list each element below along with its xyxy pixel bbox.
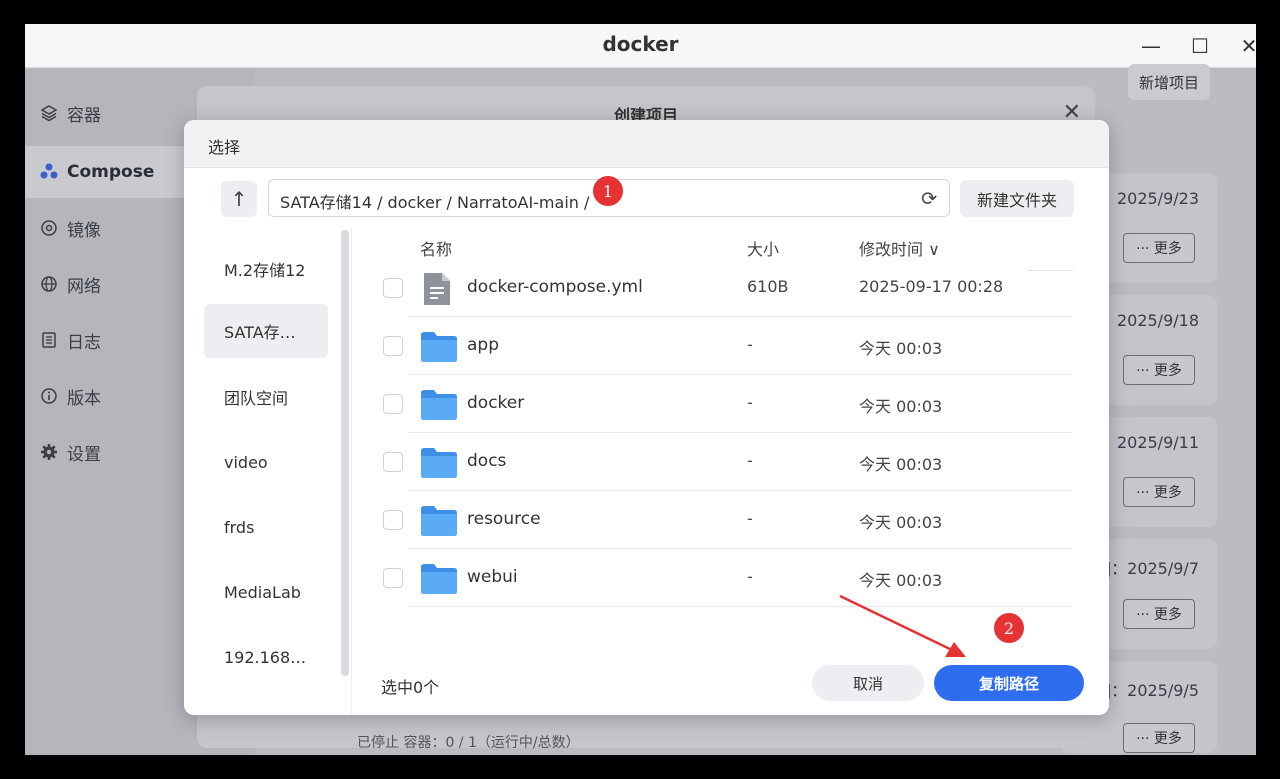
file-row[interactable]: app - 今天 00:03	[383, 317, 1072, 375]
location-item[interactable]: 192.168…	[204, 630, 328, 684]
row-checkbox[interactable]	[383, 394, 403, 414]
folder-icon	[420, 445, 457, 479]
image-icon	[39, 218, 59, 238]
layers-icon	[39, 103, 59, 123]
compose-icon	[39, 162, 59, 182]
more-button[interactable]: ··· 更多	[1123, 723, 1195, 753]
annotation-badge-2: 2	[994, 613, 1024, 643]
file-row[interactable]: docker-compose.yml 610B 2025-09-17 00:28	[383, 259, 1072, 317]
folder-icon	[420, 503, 457, 537]
sidebar-item-label: 版本	[67, 388, 101, 409]
sidebar-item-label: Compose	[67, 162, 155, 182]
annotation-badge-1: 1	[593, 176, 623, 206]
sidebar-item-label: 镜像	[67, 220, 101, 241]
row-checkbox[interactable]	[383, 510, 403, 530]
location-item[interactable]: video	[204, 435, 328, 489]
row-checkbox[interactable]	[383, 452, 403, 472]
folder-icon	[420, 561, 457, 595]
location-list: M.2存储12 SATA存… 团队空间 video frds MediaLab …	[184, 228, 354, 715]
folder-icon	[420, 329, 457, 363]
project-date: ]：2025/9/7	[1104, 559, 1199, 578]
window-title: docker	[602, 32, 679, 56]
path-text: SATA存储14 / docker / NarratoAI-main /	[280, 193, 590, 212]
file-modified: 2025-09-17 00:28	[859, 277, 1004, 296]
more-button[interactable]: ··· 更多	[1123, 233, 1195, 263]
close-window-button[interactable]: ✕	[1235, 32, 1256, 60]
folder-icon	[420, 387, 457, 421]
file-row[interactable]: docker - 今天 00:03	[383, 375, 1072, 433]
log-icon	[39, 330, 59, 350]
project-date: ]：2025/9/5	[1104, 681, 1199, 700]
file-modified: 今天 00:03	[859, 397, 943, 416]
gear-icon	[39, 442, 59, 462]
divider	[351, 228, 352, 715]
add-project-button[interactable]: 新增项目	[1128, 64, 1210, 100]
location-item[interactable]: SATA存…	[204, 304, 328, 358]
file-row[interactable]: webui - 今天 00:03	[383, 549, 1072, 607]
file-name: webui	[467, 567, 518, 587]
refresh-icon[interactable]: ⟳	[921, 188, 937, 210]
file-name: app	[467, 335, 499, 355]
sidebar-item-label: 容器	[67, 105, 101, 126]
folder-picker-dialog: 选择 ↑ SATA存储14 / docker / NarratoAI-main …	[184, 120, 1109, 715]
sidebar-item-label: 日志	[67, 332, 101, 353]
file-modified: 今天 00:03	[859, 513, 943, 532]
column-name[interactable]: 名称	[420, 236, 452, 260]
cancel-button[interactable]: 取消	[812, 665, 924, 701]
file-row[interactable]: resource - 今天 00:03	[383, 491, 1072, 549]
container-status-text: 已停止 容器：0 / 1（运行中/总数）	[357, 735, 580, 751]
file-modified: 今天 00:03	[859, 455, 943, 474]
file-name: docker-compose.yml	[467, 277, 643, 297]
location-scrollbar[interactable]	[341, 230, 349, 676]
file-modified: 今天 00:03	[859, 339, 943, 358]
up-directory-button[interactable]: ↑	[221, 181, 257, 217]
file-row[interactable]: docs - 今天 00:03	[383, 433, 1072, 491]
minimize-button[interactable]: —	[1137, 32, 1165, 60]
file-name: docker	[467, 393, 525, 413]
new-folder-button[interactable]: 新建文件夹	[960, 180, 1074, 217]
location-item[interactable]: M.2存储12	[204, 242, 328, 296]
file-size: -	[747, 567, 753, 586]
globe-icon	[39, 274, 59, 294]
picker-header: 选择	[184, 120, 1109, 168]
file-name: docs	[467, 451, 507, 471]
selected-count: 选中0个	[381, 678, 440, 697]
file-size: -	[747, 509, 753, 528]
project-date: 2025/9/18	[1116, 311, 1199, 330]
picker-title: 选择	[208, 138, 241, 157]
sidebar-item-label: 设置	[67, 444, 101, 465]
arrow-up-icon: ↑	[230, 187, 248, 211]
file-size: 610B	[747, 277, 789, 296]
row-checkbox[interactable]	[383, 278, 403, 298]
file-modified: 今天 00:03	[859, 571, 943, 590]
file-name: resource	[467, 509, 541, 529]
column-modified[interactable]: 修改时间 ∨	[859, 236, 940, 260]
more-button[interactable]: ··· 更多	[1123, 477, 1195, 507]
file-size: -	[747, 393, 753, 412]
file-size: -	[747, 335, 753, 354]
location-item[interactable]: MediaLab	[204, 565, 328, 619]
info-icon	[39, 386, 59, 406]
maximize-button[interactable]: ☐	[1186, 32, 1214, 60]
row-checkbox[interactable]	[383, 336, 403, 356]
column-size[interactable]: 大小	[747, 236, 779, 260]
sidebar-item-label: 网络	[67, 276, 101, 297]
file-icon	[420, 271, 456, 305]
location-item[interactable]: frds	[204, 500, 328, 554]
more-button[interactable]: ··· 更多	[1123, 355, 1195, 385]
file-size: -	[747, 451, 753, 470]
copy-path-button[interactable]: 复制路径	[934, 665, 1084, 701]
project-date: 2025/9/11	[1116, 433, 1199, 452]
row-checkbox[interactable]	[383, 568, 403, 588]
more-button[interactable]: ··· 更多	[1123, 599, 1195, 629]
project-date: 2025/9/23	[1116, 189, 1199, 208]
title-bar: docker — ☐ ✕	[25, 24, 1256, 68]
location-item[interactable]: 团队空间	[204, 370, 328, 424]
